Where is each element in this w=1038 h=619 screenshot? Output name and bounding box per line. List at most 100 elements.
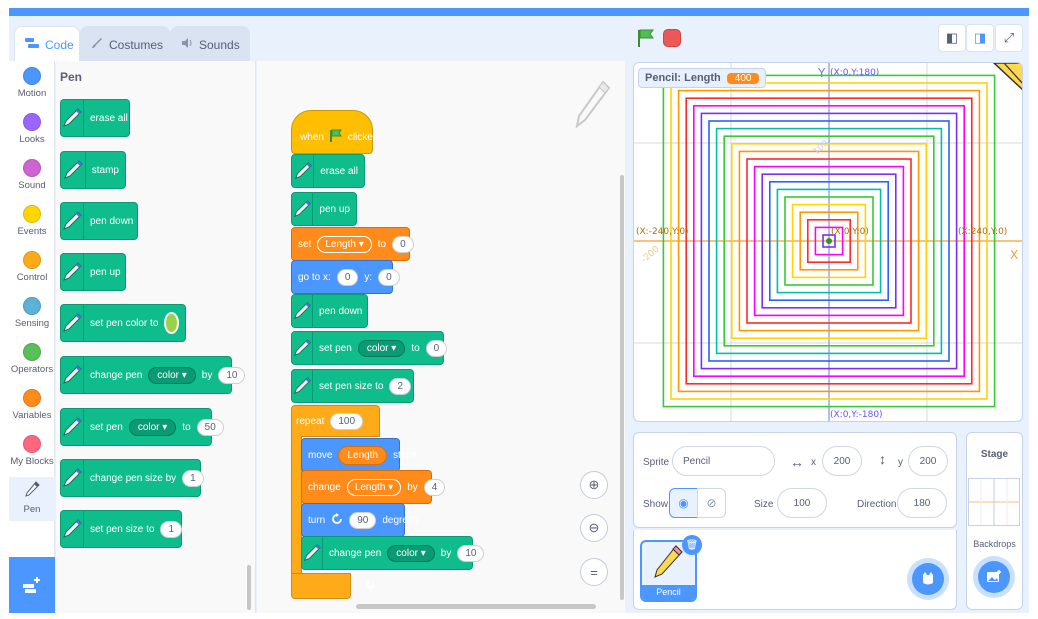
- change-pen-color-block[interactable]: change pen color ▾ by 10: [301, 536, 485, 570]
- category-label: Variables: [12, 410, 52, 421]
- palette-set-pen-block[interactable]: set pen color ▾ to 50: [60, 408, 224, 446]
- category-label: Pen: [23, 504, 41, 515]
- show-visible-button[interactable]: ◉: [669, 488, 698, 518]
- turn-degrees-block[interactable]: turn 90 degrees: [301, 503, 419, 537]
- palette-set-pen-size-block[interactable]: set pen size to 1: [60, 510, 183, 548]
- size-input[interactable]: 100: [777, 488, 827, 518]
- direction-input[interactable]: 180: [897, 488, 947, 518]
- palette-scrollbar[interactable]: [247, 565, 251, 610]
- value-input[interactable]: 0: [392, 235, 414, 253]
- value-input[interactable]: 2: [389, 377, 412, 395]
- palette-pen-down-block[interactable]: pen down: [60, 202, 138, 240]
- go-to-xy-block[interactable]: go to x: 0 y: 0: [291, 260, 400, 294]
- my-blocks-dot-icon: [23, 435, 41, 453]
- category-pen[interactable]: Pen: [9, 477, 55, 521]
- category-events[interactable]: Events: [9, 205, 55, 237]
- tab-costumes[interactable]: Costumes: [80, 26, 170, 62]
- category-control[interactable]: Control: [9, 251, 55, 283]
- value-input[interactable]: 10: [457, 544, 485, 562]
- x-input[interactable]: 200: [822, 446, 862, 476]
- repeat-block-footer: [291, 573, 351, 599]
- category-sound[interactable]: Sound: [9, 159, 55, 191]
- block-text: by: [201, 369, 213, 381]
- value-input[interactable]: 4: [423, 478, 446, 496]
- tab-sounds[interactable]: Sounds: [170, 26, 250, 62]
- param-dropdown[interactable]: color ▾: [357, 339, 406, 357]
- value-input[interactable]: 90: [349, 511, 377, 529]
- block-text: degrees: [382, 514, 419, 526]
- horizontal-scrollbar[interactable]: [356, 604, 596, 609]
- category-my-blocks[interactable]: My Blocks: [9, 435, 55, 467]
- value-input[interactable]: 1: [160, 520, 183, 538]
- zoom-reset-button[interactable]: =: [580, 558, 608, 586]
- param-dropdown[interactable]: color ▾: [387, 544, 435, 562]
- block-text: repeat: [296, 416, 325, 427]
- stop-button[interactable]: [663, 29, 681, 47]
- sprite-name-input[interactable]: Pencil: [672, 446, 775, 476]
- set-pen-size-block[interactable]: set pen size to 2: [291, 369, 414, 403]
- category-label: Sensing: [14, 318, 50, 329]
- pen-down-block[interactable]: pen down: [291, 294, 368, 328]
- stage-thumbnail[interactable]: [968, 478, 1020, 526]
- vertical-scrollbar[interactable]: [620, 175, 624, 600]
- category-looks[interactable]: Looks: [9, 113, 55, 145]
- block-text: y:: [364, 271, 373, 283]
- y-input[interactable]: 200: [908, 446, 948, 476]
- palette-stamp-block[interactable]: stamp: [60, 151, 126, 189]
- palette-change-pen-block[interactable]: change pen color ▾ by 10: [60, 356, 246, 394]
- pen-icon: [61, 100, 84, 136]
- repeat-count-input[interactable]: 100: [330, 413, 364, 430]
- param-dropdown[interactable]: color ▾: [128, 418, 177, 436]
- choose-sprite-button[interactable]: [912, 563, 944, 595]
- pen-icon: [61, 203, 84, 239]
- tab-sounds-label: Sounds: [199, 37, 240, 52]
- choose-backdrop-button[interactable]: [978, 561, 1010, 593]
- zoom-in-button[interactable]: ⊕: [580, 471, 608, 499]
- change-length-block[interactable]: change Length ▾ by 4: [301, 470, 446, 504]
- variable-dropdown[interactable]: Length ▾: [317, 235, 372, 253]
- variable-dropdown[interactable]: Length ▾: [346, 478, 402, 496]
- value-input[interactable]: 0: [425, 339, 448, 357]
- category-operators[interactable]: Operators: [9, 343, 55, 375]
- pencil-sprite-icon: [992, 63, 1022, 91]
- when-flag-clicked-block[interactable]: when clicked: [291, 110, 378, 154]
- add-extension-button[interactable]: [9, 557, 55, 613]
- value-input[interactable]: 1: [182, 469, 204, 487]
- stage-canvas[interactable]: (X:0,Y:180) (X:0,Y:-180) (X:-240,Y:0) (X…: [633, 62, 1023, 422]
- color-swatch[interactable]: [164, 312, 179, 334]
- fullscreen-button[interactable]: ⤢: [995, 24, 1023, 52]
- block-text: move: [308, 449, 333, 461]
- palette-pen-up-block[interactable]: pen up: [60, 253, 126, 291]
- green-flag-button[interactable]: [636, 28, 656, 51]
- block-text: set pen: [90, 421, 123, 433]
- y-axis-label: Y: [817, 66, 826, 80]
- category-motion[interactable]: Motion: [9, 67, 55, 99]
- length-reporter[interactable]: Length: [338, 445, 388, 465]
- y-value-input[interactable]: 0: [378, 268, 400, 286]
- move-steps-block[interactable]: move Length steps: [301, 438, 417, 472]
- set-pen-color-param-block[interactable]: set pen color ▾ to 0: [291, 331, 448, 365]
- normal-stage-button[interactable]: ◨: [966, 24, 994, 52]
- erase-all-block[interactable]: erase all: [291, 154, 365, 188]
- show-hidden-button[interactable]: ⊘: [697, 488, 726, 518]
- category-label: Motion: [17, 88, 47, 99]
- set-length-block[interactable]: set Length ▾ to 0: [291, 227, 414, 261]
- value-input[interactable]: 50: [196, 418, 224, 436]
- palette-change-pen-size-block[interactable]: change pen size by 1: [60, 459, 204, 497]
- coord-bottom: (X:0,Y:-180): [830, 410, 883, 420]
- tab-code[interactable]: Code: [14, 26, 80, 62]
- x-value-input[interactable]: 0: [336, 268, 359, 286]
- trash-icon: 🗑: [685, 539, 699, 551]
- palette-erase-all-block[interactable]: erase all: [60, 99, 130, 137]
- zoom-out-button[interactable]: ⊖: [580, 514, 608, 542]
- param-dropdown[interactable]: color ▾: [148, 366, 196, 384]
- block-text: change pen: [90, 369, 143, 381]
- category-label: Sound: [18, 180, 46, 191]
- delete-sprite-button[interactable]: 🗑: [682, 535, 702, 555]
- category-variables[interactable]: Variables: [9, 389, 55, 421]
- category-sensing[interactable]: Sensing: [9, 297, 55, 329]
- value-input[interactable]: 10: [218, 366, 246, 384]
- pen-up-block[interactable]: pen up: [291, 192, 357, 226]
- palette-set-pen-color-block[interactable]: set pen color to: [60, 304, 186, 342]
- small-stage-button[interactable]: ◧: [938, 24, 966, 52]
